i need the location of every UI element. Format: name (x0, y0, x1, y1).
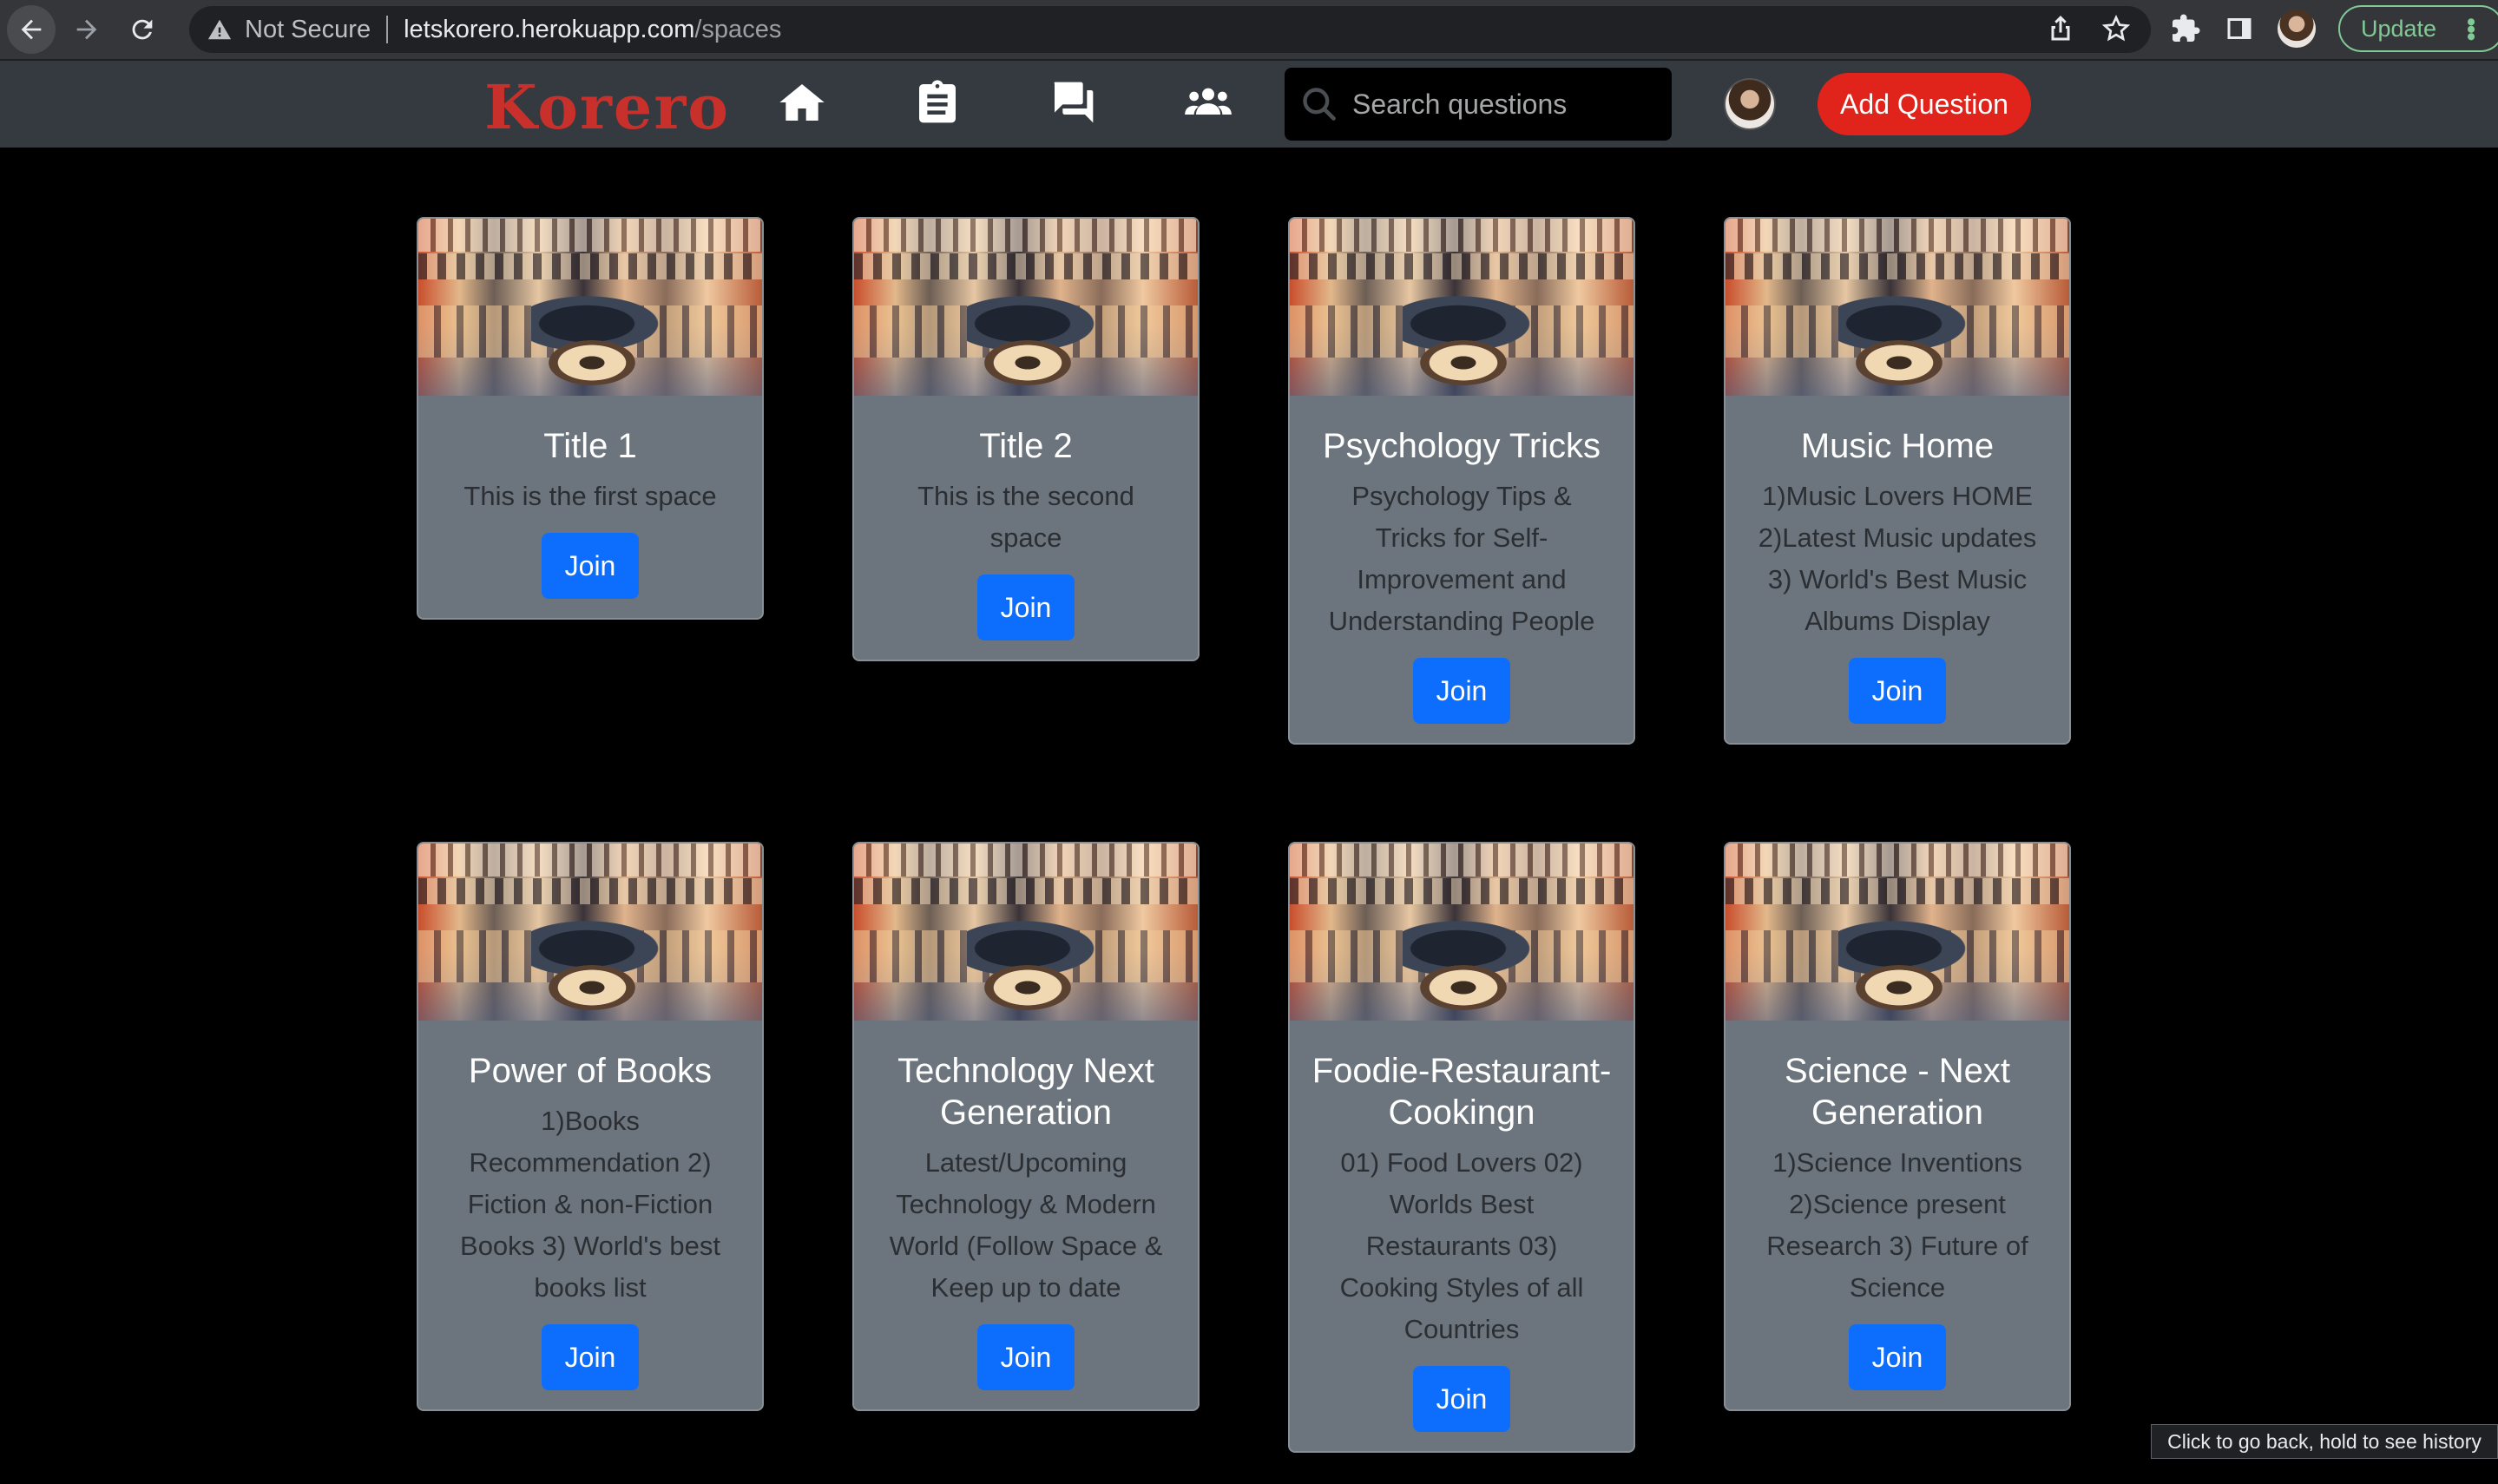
star-icon[interactable] (2100, 13, 2132, 44)
back-button[interactable] (7, 5, 56, 54)
extensions-icon[interactable] (2170, 13, 2201, 44)
space-title: Technology Next Generation (897, 1052, 1154, 1132)
space-card: Power of Books 1)Books Recommendation 2) … (417, 842, 764, 1411)
space-cover-image (1290, 844, 1634, 1021)
user-avatar[interactable] (1724, 78, 1776, 130)
space-description: 1)Books Recommendation 2) Fiction & non-… (460, 1106, 720, 1303)
space-description: Latest/Upcoming Technology & Modern Worl… (889, 1147, 1163, 1303)
more-menu-icon: ••• (2456, 17, 2486, 40)
space-description: This is the first space (463, 481, 717, 511)
arrow-left-icon (21, 19, 42, 40)
space-description: 1)Music Lovers HOME 2)Latest Music updat… (1758, 481, 2037, 636)
update-label: Update (2361, 15, 2437, 42)
space-cover-image (418, 844, 762, 1021)
chat-icon (1054, 82, 1094, 123)
space-cover-image (854, 219, 1198, 396)
space-description: 1)Science Inventions 2)Science present R… (1766, 1147, 2028, 1303)
space-card: Title 2 This is the second space Join (852, 217, 1200, 661)
space-title: Psychology Tricks (1322, 427, 1601, 465)
warning-icon (207, 19, 232, 40)
space-cover-image (1726, 219, 2069, 396)
security-status: Not Secure (245, 15, 371, 43)
side-panel-icon[interactable] (2224, 13, 2255, 44)
join-button[interactable]: Join (1413, 658, 1510, 724)
reload-icon (132, 19, 153, 40)
search-bar[interactable] (1285, 68, 1672, 141)
home-nav-link[interactable] (776, 76, 828, 128)
space-title: Title 1 (543, 427, 637, 465)
address-bar[interactable]: Not Secure letskorero.herokuapp.com /spa… (189, 6, 2151, 53)
space-title: Science - Next Generation (1784, 1052, 2011, 1132)
people-icon (1185, 88, 1232, 115)
space-description: This is the second space (917, 481, 1134, 553)
arrow-right-icon (76, 19, 97, 40)
space-cover-image (854, 844, 1198, 1021)
join-button[interactable]: Join (1849, 1324, 1946, 1390)
join-button[interactable]: Join (1849, 658, 1946, 724)
space-cover-image (418, 219, 762, 396)
reload-button[interactable] (118, 5, 167, 54)
space-title: Power of Books (468, 1052, 713, 1090)
add-question-button[interactable]: Add Question (1818, 73, 2031, 135)
space-description: Psychology Tips & Tricks for Self-Improv… (1328, 481, 1595, 636)
app-navbar: Korero Add Question (0, 59, 2498, 148)
space-card: Title 1 This is the first space Join (417, 217, 764, 620)
search-icon (1303, 88, 1336, 121)
share-icon[interactable] (2045, 13, 2076, 44)
join-button[interactable]: Join (542, 533, 639, 599)
space-card: Music Home 1)Music Lovers HOME 2)Latest M… (1724, 217, 2071, 745)
space-description: 01) Food Lovers 02) Worlds Best Restaura… (1339, 1147, 1584, 1344)
profile-avatar[interactable] (2278, 10, 2316, 48)
join-button[interactable]: Join (542, 1324, 639, 1390)
join-button[interactable]: Join (977, 1324, 1075, 1390)
space-title: Title 2 (979, 427, 1073, 465)
space-title: Music Home (1800, 427, 1995, 465)
url-path: /spaces (694, 15, 782, 43)
divider (386, 16, 389, 43)
join-button[interactable]: Join (1413, 1366, 1510, 1432)
spaces-nav-link[interactable] (1182, 76, 1234, 128)
browser-toolbar: Not Secure letskorero.herokuapp.com /spa… (0, 0, 2498, 59)
forward-button[interactable] (62, 5, 111, 54)
search-input[interactable] (1352, 88, 1647, 121)
back-button-tooltip: Click to go back, hold to see history (2151, 1424, 2498, 1459)
update-button[interactable]: Update ••• (2338, 5, 2498, 52)
join-button[interactable]: Join (977, 575, 1075, 640)
space-card: Technology Next Generation Latest/Upcomin… (852, 842, 1200, 1411)
korero-logo[interactable]: Korero (484, 71, 730, 143)
space-cover-image (1290, 219, 1634, 396)
space-card: Psychology Tricks Psychology Tips & Trick… (1288, 217, 1635, 745)
answers-nav-link[interactable] (1047, 76, 1099, 128)
url-host: letskorero.herokuapp.com (404, 15, 695, 43)
questions-nav-link[interactable] (911, 76, 963, 128)
space-card: Foodie-Restaurant-Cookingn 01) Food Lover… (1288, 842, 1635, 1453)
space-card: Science - Next Generation 1)Science Inven… (1724, 842, 2071, 1411)
space-title: Foodie-Restaurant-Cookingn (1311, 1052, 1612, 1132)
home-icon (779, 84, 825, 121)
clipboard-icon (919, 80, 956, 123)
space-cover-image (1726, 844, 2069, 1021)
